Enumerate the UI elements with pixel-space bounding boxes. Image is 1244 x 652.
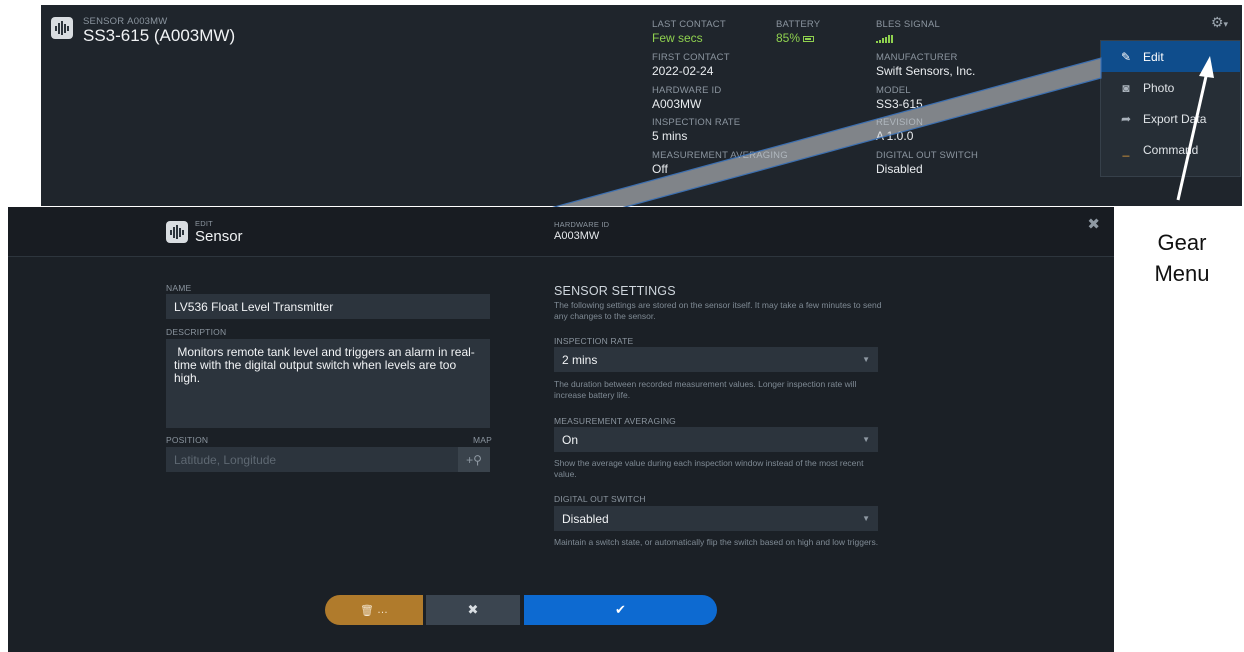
menu-item-edit[interactable]: ✎ Edit — [1101, 41, 1240, 72]
first-contact-value: 2022-02-24 — [652, 64, 714, 78]
hardware-id-field: HARDWARE ID A003MW — [652, 85, 721, 111]
averaging-selected: On — [562, 432, 579, 447]
menu-item-label: Photo — [1143, 80, 1175, 95]
hardware-id-label: HARDWARE ID — [652, 85, 722, 96]
inspection-rate-label: INSPECTION RATE — [554, 336, 634, 346]
inspection-rate-label: INSPECTION RATE — [652, 117, 741, 128]
sensor-title: SS3-615 (A003MW) — [83, 26, 236, 45]
sensor-logo-icon — [166, 221, 188, 243]
inspection-rate-value: 5 mins — [652, 129, 688, 143]
last-contact-field: LAST CONTACT Few secs — [652, 19, 726, 45]
modal-hardware-id-label: HARDWARE ID — [554, 220, 610, 229]
inspection-rate-help: The duration between recorded measuremen… — [554, 379, 857, 400]
modal-hardware-id-value: A003MW — [554, 230, 600, 242]
revision-field: REVISION A 1.0.0 — [876, 117, 923, 143]
sensor-settings-title: SENSOR SETTINGS — [554, 284, 676, 298]
digital-out-switch-value: Disabled — [876, 162, 923, 176]
annotation-line-1: Gear — [1157, 230, 1207, 255]
digital-out-switch-field: DIGITAL OUT SWITCH Disabled — [876, 150, 978, 176]
chevron-down-icon: ▼ — [862, 514, 870, 523]
menu-item-command[interactable]: _ Command — [1101, 134, 1240, 165]
edit-icon: ✎ — [1120, 49, 1132, 64]
menu-item-label: Command — [1143, 142, 1199, 157]
annotation-line-2: Menu — [1154, 261, 1210, 286]
close-modal-button[interactable]: ✖ — [1087, 215, 1100, 233]
manufacturer-value: Swift Sensors, Inc. — [876, 64, 976, 78]
model-label: MODEL — [876, 85, 911, 96]
inspection-rate-field: INSPECTION RATE 5 mins — [652, 117, 740, 143]
modal-header: EDIT Sensor HARDWARE ID A003MW ✖ — [8, 207, 1114, 257]
menu-item-label: Export Data — [1143, 111, 1207, 126]
sensor-detail-panel: SENSOR A003MW SS3-615 (A003MW) LAST CONT… — [41, 5, 1242, 206]
measurement-averaging-value: Off — [652, 162, 668, 176]
cancel-button[interactable]: ✖ — [426, 595, 520, 625]
model-value: SS3-615 — [876, 97, 923, 111]
measurement-averaging-field: MEASUREMENT AVERAGING Off — [652, 150, 788, 176]
inspection-rate-select[interactable]: 2 mins ▼ — [554, 347, 878, 372]
sensor-settings-help: The following settings are stored on the… — [554, 300, 882, 321]
camera-icon: ◙ — [1122, 80, 1130, 95]
manufacturer-label: MANUFACTURER — [876, 52, 958, 63]
map-pin-button[interactable]: +⚲ — [458, 447, 490, 472]
signal-field: BLES SIGNAL — [876, 19, 940, 48]
map-pin-icon: +⚲ — [466, 452, 482, 467]
position-label: POSITION — [166, 435, 209, 445]
checkmark-icon: ✔ — [615, 602, 626, 617]
manufacturer-field: MANUFACTURER Swift Sensors, Inc. — [876, 52, 975, 78]
digital-out-switch-help: Maintain a switch state, or automaticall… — [554, 537, 879, 547]
last-contact-value: Few secs — [652, 31, 703, 45]
chevron-down-icon: ▼ — [862, 435, 870, 444]
measurement-averaging-label: MEASUREMENT AVERAGING — [652, 150, 788, 161]
digital-out-switch-selected: Disabled — [562, 511, 609, 526]
battery-field: BATTERY 85% — [776, 19, 820, 45]
gear-menu-annotation: Gear Menu — [1134, 227, 1230, 289]
averaging-select[interactable]: On ▼ — [554, 427, 878, 452]
command-icon: _ — [1122, 142, 1130, 157]
revision-label: REVISION — [876, 117, 923, 128]
close-icon: ✖ — [467, 602, 479, 617]
digital-out-switch-select[interactable]: Disabled ▼ — [554, 506, 878, 531]
battery-icon — [803, 35, 815, 42]
modal-edit-label: EDIT — [195, 219, 213, 228]
averaging-label: MEASUREMENT AVERAGING — [554, 416, 676, 426]
map-label: MAP — [473, 435, 493, 445]
digital-out-switch-label: DIGITAL OUT SWITCH — [876, 150, 979, 161]
signal-label: BLES SIGNAL — [876, 19, 940, 30]
close-icon: ✖ — [1087, 216, 1100, 233]
delete-button-label: … — [377, 604, 389, 616]
description-field[interactable]: Monitors remote tank level and triggers … — [166, 339, 490, 428]
gear-menu-button[interactable]: ⚙▾ — [1211, 14, 1228, 31]
chevron-down-icon: ▾ — [1223, 19, 1228, 29]
trash-icon: 🗑 — [359, 604, 374, 617]
menu-item-label: Edit — [1143, 49, 1164, 64]
signal-bars-icon — [876, 34, 893, 43]
menu-item-photo[interactable]: ◙ Photo — [1101, 72, 1240, 103]
revision-value: A 1.0.0 — [876, 129, 914, 143]
inspection-rate-selected: 2 mins — [562, 352, 598, 367]
last-contact-label: LAST CONTACT — [652, 19, 726, 30]
battery-value: 85% — [776, 31, 801, 45]
digital-out-switch-label: DIGITAL OUT SWITCH — [554, 494, 646, 504]
chevron-down-icon: ▼ — [862, 355, 870, 364]
description-label: DESCRIPTION — [166, 327, 227, 337]
position-input[interactable]: Latitude, Longitude — [166, 447, 458, 472]
gear-icon: ⚙ — [1210, 14, 1224, 30]
save-button[interactable]: ✔ — [524, 595, 717, 625]
battery-label: BATTERY — [776, 19, 821, 30]
share-icon: ➦ — [1120, 111, 1132, 126]
gear-dropdown-menu: ✎ Edit ◙ Photo ➦ Export Data _ Command — [1100, 40, 1241, 177]
modal-title: Sensor — [195, 228, 243, 245]
model-field: MODEL SS3-615 — [876, 85, 923, 111]
delete-button[interactable]: 🗑 … — [325, 595, 423, 625]
menu-item-export-data[interactable]: ➦ Export Data — [1101, 103, 1240, 134]
name-field[interactable]: LV536 Float Level Transmitter — [166, 294, 490, 319]
edit-sensor-modal: EDIT Sensor HARDWARE ID A003MW ✖ NAME LV… — [8, 207, 1114, 652]
averaging-help: Show the average value during each inspe… — [554, 458, 864, 479]
first-contact-label: FIRST CONTACT — [652, 52, 730, 63]
first-contact-field: FIRST CONTACT 2022-02-24 — [652, 52, 730, 78]
hardware-id-value: A003MW — [652, 97, 702, 111]
sensor-logo-icon — [51, 17, 73, 39]
name-label: NAME — [166, 283, 192, 293]
